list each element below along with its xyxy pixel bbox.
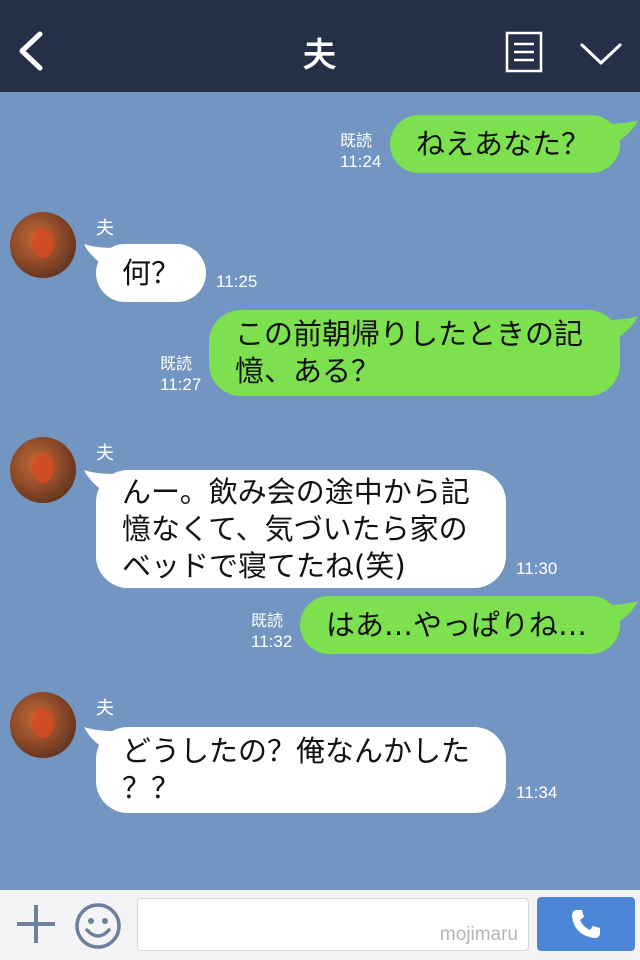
- sender-name: 夫: [96, 218, 114, 239]
- message-text-line: どうしたの？俺なんかした: [122, 734, 471, 768]
- message-text-line: この前朝帰りしたときの記: [235, 317, 584, 351]
- message-text-line: 憶、ある？: [235, 354, 381, 388]
- avatar[interactable]: [10, 692, 76, 758]
- avatar[interactable]: [10, 437, 76, 503]
- message-text-line: ベッドで寝てたね(笑): [122, 548, 406, 583]
- read-receipt: 既読: [251, 613, 284, 630]
- chat-area[interactable]: 既読 11:24 ねえあなた？ 夫 何？ 11:25 既読 11:27 この前朝…: [0, 92, 640, 890]
- emoji-icon[interactable]: [74, 902, 122, 950]
- phone-icon: [572, 910, 600, 938]
- bubble-tail: [606, 601, 638, 627]
- chat-title: 夫: [303, 35, 337, 74]
- message-time: 11:34: [516, 783, 558, 802]
- bubble-tail: [606, 120, 638, 146]
- message-meta: 既読 11:24: [340, 132, 381, 172]
- call-button[interactable]: [537, 897, 635, 951]
- sender-name: 夫: [96, 443, 114, 464]
- message-text: 何？: [122, 255, 181, 290]
- message-time: 11:25: [216, 272, 258, 291]
- message-time: 11:32: [251, 632, 293, 651]
- read-receipt: 既読: [160, 356, 193, 373]
- message-text-line: ？？: [122, 771, 181, 805]
- bubble-tail: [606, 316, 638, 342]
- chevron-down-icon[interactable]: [579, 40, 623, 68]
- message-time: 11:30: [516, 559, 558, 578]
- my-message-bubble[interactable]: この前朝帰りしたときの記 憶、ある？: [209, 310, 620, 396]
- their-message-bubble[interactable]: 何？: [96, 244, 206, 302]
- menu-list-icon[interactable]: [505, 31, 543, 73]
- message-text-line: 憶なくて、気づいたら家の: [122, 511, 468, 546]
- message-meta: 既読 11:32: [251, 612, 292, 652]
- chat-header: 夫: [0, 0, 640, 92]
- my-message-bubble[interactable]: ねえあなた？: [390, 115, 620, 173]
- sender-name: 夫: [96, 698, 114, 719]
- message-text: ねえあなた？: [416, 126, 591, 161]
- my-message-bubble[interactable]: はあ…やっぱりね…: [300, 596, 620, 654]
- their-message-bubble[interactable]: んー。飲み会の途中から記 憶なくて、気づいたら家の ベッドで寝てたね(笑): [96, 470, 506, 588]
- avatar[interactable]: [10, 212, 76, 278]
- plus-icon[interactable]: [14, 902, 58, 946]
- message-time: 11:27: [160, 375, 202, 394]
- message-input[interactable]: mojimaru: [137, 898, 529, 951]
- message-time: 11:24: [340, 152, 382, 171]
- message-text-line: んー。飲み会の途中から記: [122, 474, 470, 509]
- their-message-bubble[interactable]: どうしたの？俺なんかした ？？: [96, 727, 506, 813]
- read-receipt: 既読: [340, 133, 373, 150]
- message-text: はあ…やっぱりね…: [326, 607, 588, 642]
- watermark-text: mojimaru: [439, 924, 518, 945]
- message-meta: 既読 11:27: [160, 355, 201, 395]
